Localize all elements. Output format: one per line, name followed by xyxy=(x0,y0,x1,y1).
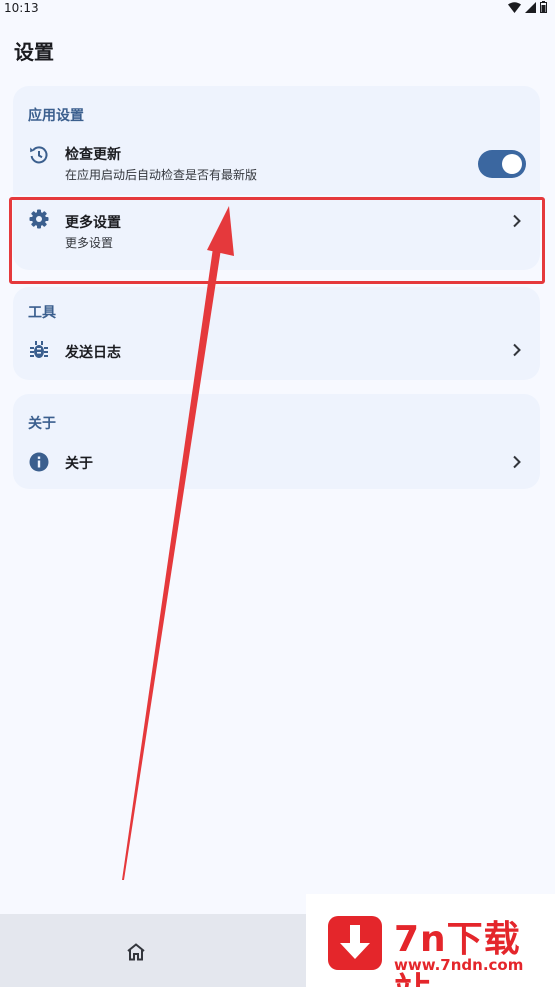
toggle-knob xyxy=(502,154,522,174)
status-icons xyxy=(508,1,547,13)
section-title-tools: 工具 xyxy=(28,305,56,321)
signal-icon xyxy=(525,1,536,13)
watermark-title: 7n下载站 xyxy=(394,919,521,987)
home-icon[interactable] xyxy=(126,943,146,961)
about-row[interactable]: 关于 xyxy=(13,446,540,480)
tools-card: 工具 发送日志 xyxy=(13,287,540,380)
info-icon xyxy=(28,451,50,473)
chevron-right-icon xyxy=(513,343,521,357)
bug-icon xyxy=(28,339,50,361)
send-log-title: 发送日志 xyxy=(65,345,121,361)
watermark-url: www.7ndn.com xyxy=(394,956,524,974)
status-bar: 10:13 xyxy=(0,0,555,18)
update-history-icon xyxy=(28,144,50,166)
battery-icon xyxy=(540,1,547,13)
download-logo-icon xyxy=(328,916,382,970)
check-update-subtitle: 在应用启动后自动检查是否有最新版 xyxy=(65,168,258,182)
send-log-row[interactable]: 发送日志 xyxy=(13,335,540,369)
about-card: 关于 关于 xyxy=(13,394,540,489)
page-title: 设置 xyxy=(14,40,54,64)
chevron-right-icon xyxy=(513,455,521,469)
wifi-icon xyxy=(508,1,521,13)
section-title-about: 关于 xyxy=(28,416,56,432)
status-time: 10:13 xyxy=(4,1,39,15)
check-update-row[interactable]: 检查更新 在应用启动后自动检查是否有最新版 xyxy=(13,136,540,194)
check-update-title: 检查更新 xyxy=(65,147,121,163)
about-title: 关于 xyxy=(65,456,93,472)
watermark: 7n下载站 www.7ndn.com xyxy=(306,894,555,987)
auto-update-toggle[interactable] xyxy=(478,150,526,178)
section-title-app-settings: 应用设置 xyxy=(28,108,84,124)
highlight-box xyxy=(9,197,545,284)
